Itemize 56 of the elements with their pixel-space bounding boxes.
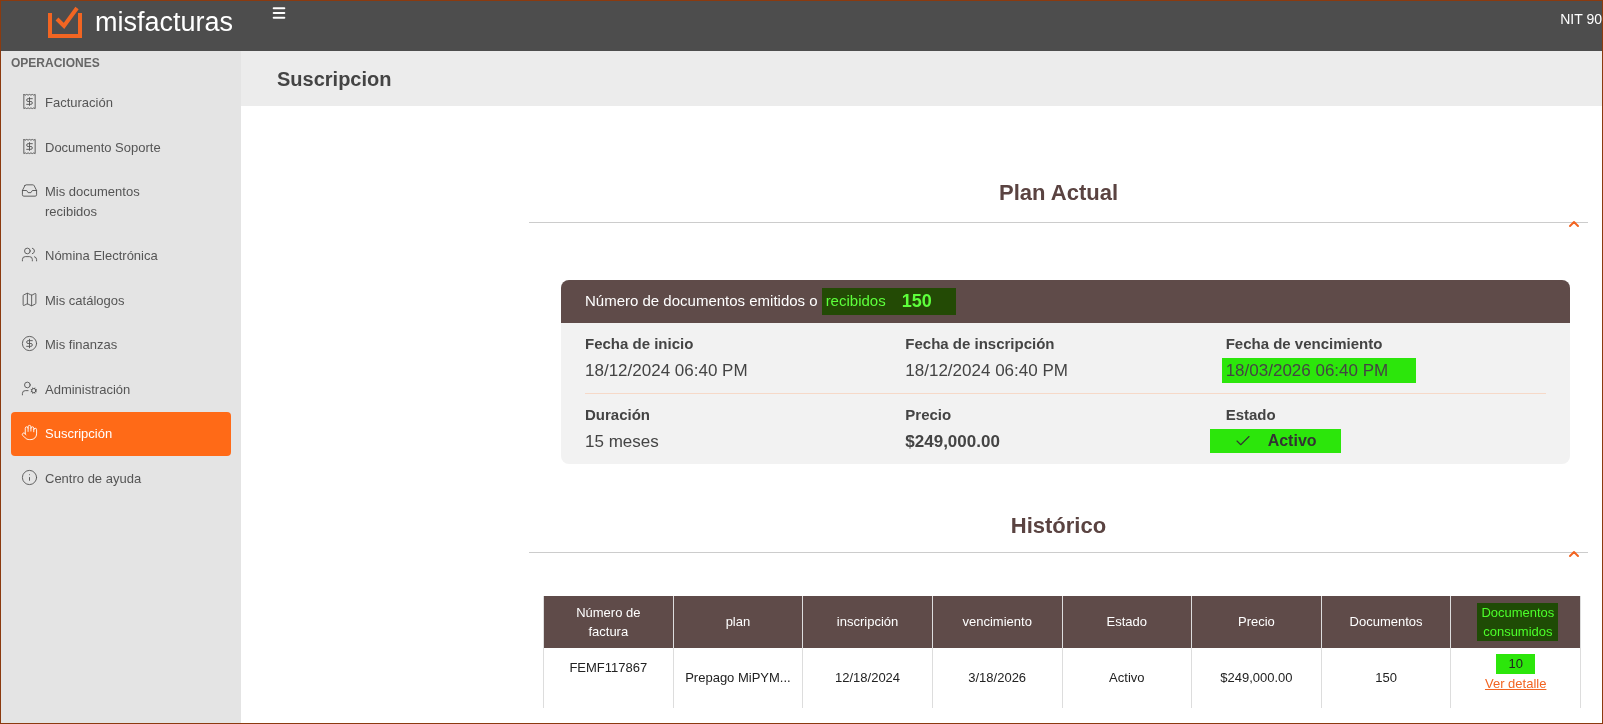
info-icon [21,468,38,486]
field-label: Fecha de vencimiento [1225,334,1383,354]
receipt-icon [21,93,38,110]
nit-text: NIT 90 [1560,10,1602,29]
sidebar-item[interactable]: Mis documentos recibidos [11,170,231,233]
table-cell: $249,000.00 [1191,648,1322,708]
column-header: inscripción [802,596,933,648]
table-cell: 12/18/2024 [802,648,933,708]
column-header: Número de factura [543,596,674,648]
column-header: Precio [1191,596,1322,648]
inbox-icon [21,182,38,199]
section-heading: Plan Actual [999,179,1118,207]
sidebar-item[interactable]: Mis finanzas [11,323,231,367]
map-icon [21,290,38,308]
user-gear-icon [21,379,38,397]
sidebar-item[interactable]: Nómina Electrónica [11,234,231,278]
field-label: Fecha de inscripción [905,334,1055,354]
field-value: 18/12/2024 06:40 PM [585,359,748,382]
column-header: Documentos consumidos [1450,596,1581,648]
sidebar-item[interactable]: Administración [11,367,231,411]
hand-icon [21,424,38,441]
sidebar-item[interactable]: Documento Soporte [11,125,231,169]
field-label: Estado [1225,405,1276,425]
sidebar-section-title: OPERACIONES [11,55,101,72]
highlighted-count: recibidos 150 [821,288,956,315]
table-cell: 3/18/2026 [932,648,1062,708]
field-value: 18/03/2026 06:40 PM [1221,357,1417,383]
field-label: Fecha de inicio [585,334,694,354]
logo-text: misfacturas [95,8,234,36]
column-header: Estado [1062,596,1192,648]
sidebar-item[interactable]: Facturación [11,81,231,125]
field-value: $249,000.00 [905,430,1000,453]
field-label: Duración [585,405,650,425]
logo-icon [47,5,83,39]
sidebar-item[interactable]: Mis catálogos [11,278,231,322]
field-label: Precio [905,405,952,425]
table-cell: FEMF117867 [543,648,674,708]
receipt-icon [21,137,38,155]
view-detail-link[interactable]: Ver detalle [1484,673,1547,693]
dollar-coin-icon [21,335,38,352]
status-value: Activo [1209,428,1341,453]
sidebar-item[interactable]: Centro de ayuda [11,456,231,500]
column-header: Documentos [1321,596,1451,648]
table-cell: Activo [1062,648,1192,708]
menu-button[interactable] [271,5,287,21]
page-title: Suscripcion [277,66,392,92]
table-cell: 150 [1321,648,1451,708]
column-header: vencimiento [932,596,1062,648]
people-icon [21,246,38,263]
column-header: plan [673,596,803,648]
field-value: 18/12/2024 06:40 PM [905,359,1068,382]
section-heading: Histórico [1010,512,1107,540]
summary-text: Número de documentos emitidos o [585,291,818,312]
table-cell: Prepago MiPYM... [673,648,803,708]
field-value: 15 meses [585,430,659,453]
table-cell: 10 Ver detalle [1450,648,1581,708]
